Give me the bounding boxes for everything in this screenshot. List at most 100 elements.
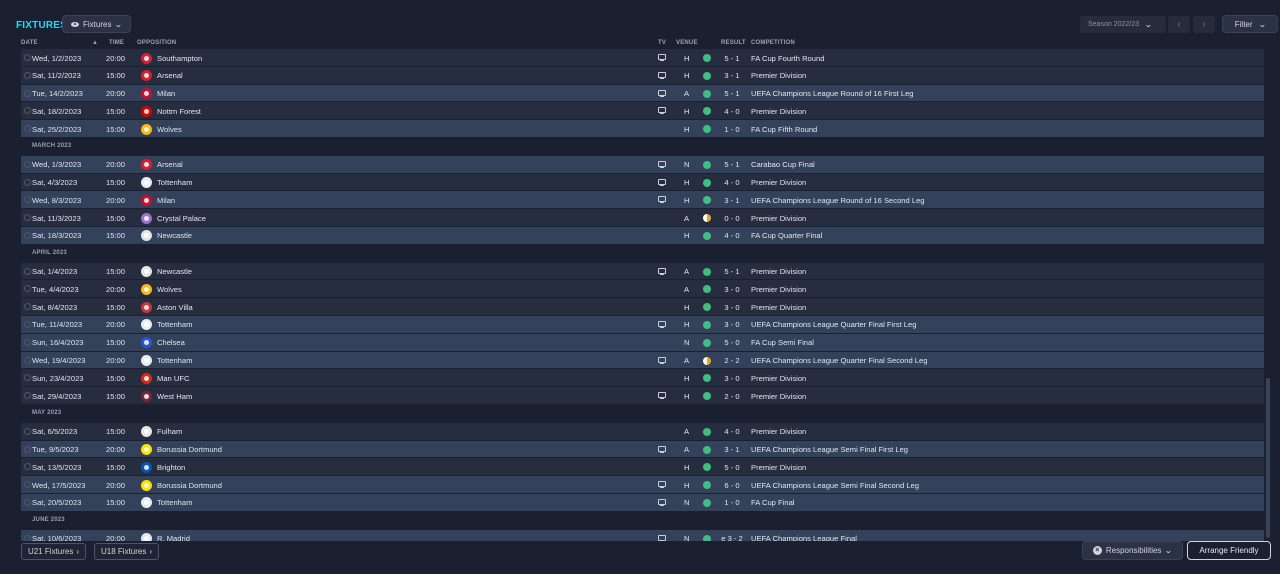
fixture-score[interactable]: 5 - 1 [719,89,745,98]
column-header-date[interactable]: DATE [21,40,38,49]
fixture-score[interactable]: 3 - 1 [719,445,745,454]
fixture-competition[interactable]: UEFA Champions League Semi Final Second … [751,481,919,490]
fixture-row[interactable]: Sat, 20/5/2023 15:00 Tottenham N 1 - 0 FA Cup… [21,493,1264,512]
fixture-competition[interactable]: UEFA Champions League Round of 16 Second… [751,196,925,205]
next-season-button[interactable]: › [1193,16,1215,33]
fixture-score[interactable]: 3 - 0 [719,320,745,329]
opposition-link[interactable]: Newcastle [157,267,192,276]
opposition-link[interactable]: Wolves [157,125,182,134]
opposition-link[interactable]: Arsenal [157,71,183,80]
u21-fixtures-button[interactable]: U21 Fixtures › [21,543,87,560]
fixture-score[interactable]: 2 - 2 [719,356,745,365]
season-selector[interactable]: Season 2022/23 ⌄ [1080,16,1166,33]
column-header-venue[interactable]: VENUE [676,40,698,49]
fixture-score[interactable]: 1 - 0 [719,498,745,507]
opposition-link[interactable]: Brighton [157,463,185,472]
fixture-score[interactable]: 3 - 1 [719,196,745,205]
fixture-score[interactable]: 5 - 0 [719,338,745,347]
fixture-score[interactable]: 4 - 0 [719,231,745,240]
opposition-link[interactable]: Southampton [157,54,202,63]
fixture-row[interactable]: Tue, 4/4/2023 20:00 Wolves A 3 - 0 Premier Di… [21,280,1264,299]
fixture-score[interactable]: 4 - 0 [719,107,745,116]
fixture-row[interactable]: Sun, 16/4/2023 15:00 Chelsea N 5 - 0 FA Cup S… [21,333,1264,352]
fixture-competition[interactable]: Premier Division [751,303,806,312]
arrange-friendly-button[interactable]: Arrange Friendly [1187,541,1271,560]
fixture-competition[interactable]: Premier Division [751,392,806,401]
opposition-link[interactable]: Fulham [157,427,182,436]
fixture-score[interactable]: 5 - 1 [719,267,745,276]
opposition-link[interactable]: Tottenham [157,498,192,507]
fixture-row[interactable]: Sat, 11/2/2023 15:00 Arsenal H 3 - 1 Premier … [21,66,1264,85]
filter-button[interactable]: Filter ⌄ [1222,15,1278,33]
previous-season-button[interactable]: ‹ [1168,16,1190,33]
fixture-score[interactable]: 4 - 0 [719,178,745,187]
fixture-competition[interactable]: Premier Division [751,107,806,116]
fixture-row[interactable]: Sat, 18/3/2023 15:00 Newcastle H 4 - 0 FA Cup… [21,226,1264,245]
opposition-link[interactable]: Aston Villa [157,303,193,312]
fixture-competition[interactable]: UEFA Champions League Quarter Final Firs… [751,320,916,329]
fixture-score[interactable]: 1 - 0 [719,125,745,134]
opposition-link[interactable]: Borussia Dortmund [157,481,222,490]
responsibilities-button[interactable]: × Responsibilities ⌄ [1082,541,1183,560]
fixture-row[interactable]: Sat, 6/5/2023 15:00 Fulham A 4 - 0 Premier Di… [21,422,1264,441]
opposition-link[interactable]: Wolves [157,285,182,294]
fixture-competition[interactable]: Premier Division [751,285,806,294]
fixture-row[interactable]: Sat, 18/2/2023 15:00 Nottm Forest H 4 - 0 Pre… [21,102,1264,121]
opposition-link[interactable]: Arsenal [157,160,183,169]
fixture-competition[interactable]: Premier Division [751,214,806,223]
fixture-competition[interactable]: FA Cup Fifth Round [751,125,817,134]
fixture-score[interactable]: 5 - 1 [719,160,745,169]
opposition-link[interactable]: Chelsea [157,338,185,347]
fixture-score[interactable]: 3 - 0 [719,285,745,294]
opposition-link[interactable]: Milan [157,196,175,205]
fixture-competition[interactable]: Carabao Cup Final [751,160,815,169]
fixture-row[interactable]: Tue, 11/4/2023 20:00 Tottenham H 3 - 0 UEFA C… [21,315,1264,334]
fixture-score[interactable]: 5 - 0 [719,463,745,472]
fixture-competition[interactable]: UEFA Champions League Semi Final First L… [751,445,908,454]
fixture-row[interactable]: Tue, 9/5/2023 20:00 Borussia Dortmund A 3 - … [21,440,1264,459]
fixture-competition[interactable]: FA Cup Final [751,498,794,507]
fixture-competition[interactable]: FA Cup Semi Final [751,338,814,347]
fixture-row[interactable]: Sun, 23/4/2023 15:00 Man UFC H 3 - 0 Premier … [21,369,1264,388]
fixture-row[interactable]: Wed, 17/5/2023 20:00 Borussia Dortmund H 6 -… [21,476,1264,494]
fixture-score[interactable]: 3 - 0 [719,303,745,312]
column-header-time[interactable]: TIME [109,40,124,49]
fixture-row[interactable]: Sat, 11/3/2023 15:00 Crystal Palace A 0 - 0 P… [21,209,1264,227]
fixture-competition[interactable]: UEFA Champions League Quarter Final Seco… [751,356,927,365]
fixture-score[interactable]: 4 - 0 [719,427,745,436]
fixture-score[interactable]: e 3 - 2 [719,534,745,541]
fixture-score[interactable]: 2 - 0 [719,392,745,401]
fixture-row[interactable]: Tue, 14/2/2023 20:00 Milan A 5 - 1 UEFA Champ… [21,84,1264,103]
fixture-row[interactable]: Wed, 19/4/2023 20:00 Tottenham A 2 - 2 UEFA C… [21,351,1264,370]
fixture-row[interactable]: Sat, 13/5/2023 15:00 Brighton H 5 - 0 Premier… [21,458,1264,477]
opposition-link[interactable]: R. Madrid [157,534,190,541]
column-header-opposition[interactable]: OPPOSITION [137,40,176,49]
fixture-competition[interactable]: Premier Division [751,427,806,436]
column-header-result[interactable]: RESULT [721,40,746,49]
fixture-competition[interactable]: Premier Division [751,374,806,383]
fixture-competition[interactable]: Premier Division [751,463,806,472]
fixture-competition[interactable]: FA Cup Fourth Round [751,54,824,63]
fixture-score[interactable]: 6 - 0 [719,481,745,490]
fixture-row[interactable]: Sat, 1/4/2023 15:00 Newcastle A 5 - 1 Premier… [21,262,1264,281]
fixture-competition[interactable]: UEFA Champions League Final [751,534,857,541]
fixture-row[interactable]: Sat, 8/4/2023 15:00 Aston Villa H 3 - 0 Premi… [21,298,1264,316]
column-header-competition[interactable]: COMPETITION [751,40,795,49]
opposition-link[interactable]: Tottenham [157,356,192,365]
fixture-score[interactable]: 3 - 1 [719,71,745,80]
opposition-link[interactable]: Nottm Forest [157,107,201,116]
opposition-link[interactable]: Newcastle [157,231,192,240]
opposition-link[interactable]: Milan [157,89,175,98]
fixture-row[interactable]: Sat, 10/6/2023 20:00 R. Madrid Ne 3 - 2 UEFA… [21,529,1264,541]
column-header-tv[interactable]: TV [658,40,666,49]
opposition-link[interactable]: Tottenham [157,178,192,187]
fixture-score[interactable]: 5 - 1 [719,54,745,63]
opposition-link[interactable]: Tottenham [157,320,192,329]
fixture-row[interactable]: Sat, 4/3/2023 15:00 Tottenham H 4 - 0 Premier… [21,173,1264,192]
fixture-score[interactable]: 0 - 0 [719,214,745,223]
fixture-row[interactable]: Wed, 8/3/2023 20:00 Milan H 3 - 1 UEFA Champi… [21,191,1264,210]
fixture-score[interactable]: 3 - 0 [719,374,745,383]
fixture-competition[interactable]: FA Cup Quarter Final [751,231,822,240]
fixture-competition[interactable]: Premier Division [751,178,806,187]
u18-fixtures-button[interactable]: U18 Fixtures › [94,543,160,560]
